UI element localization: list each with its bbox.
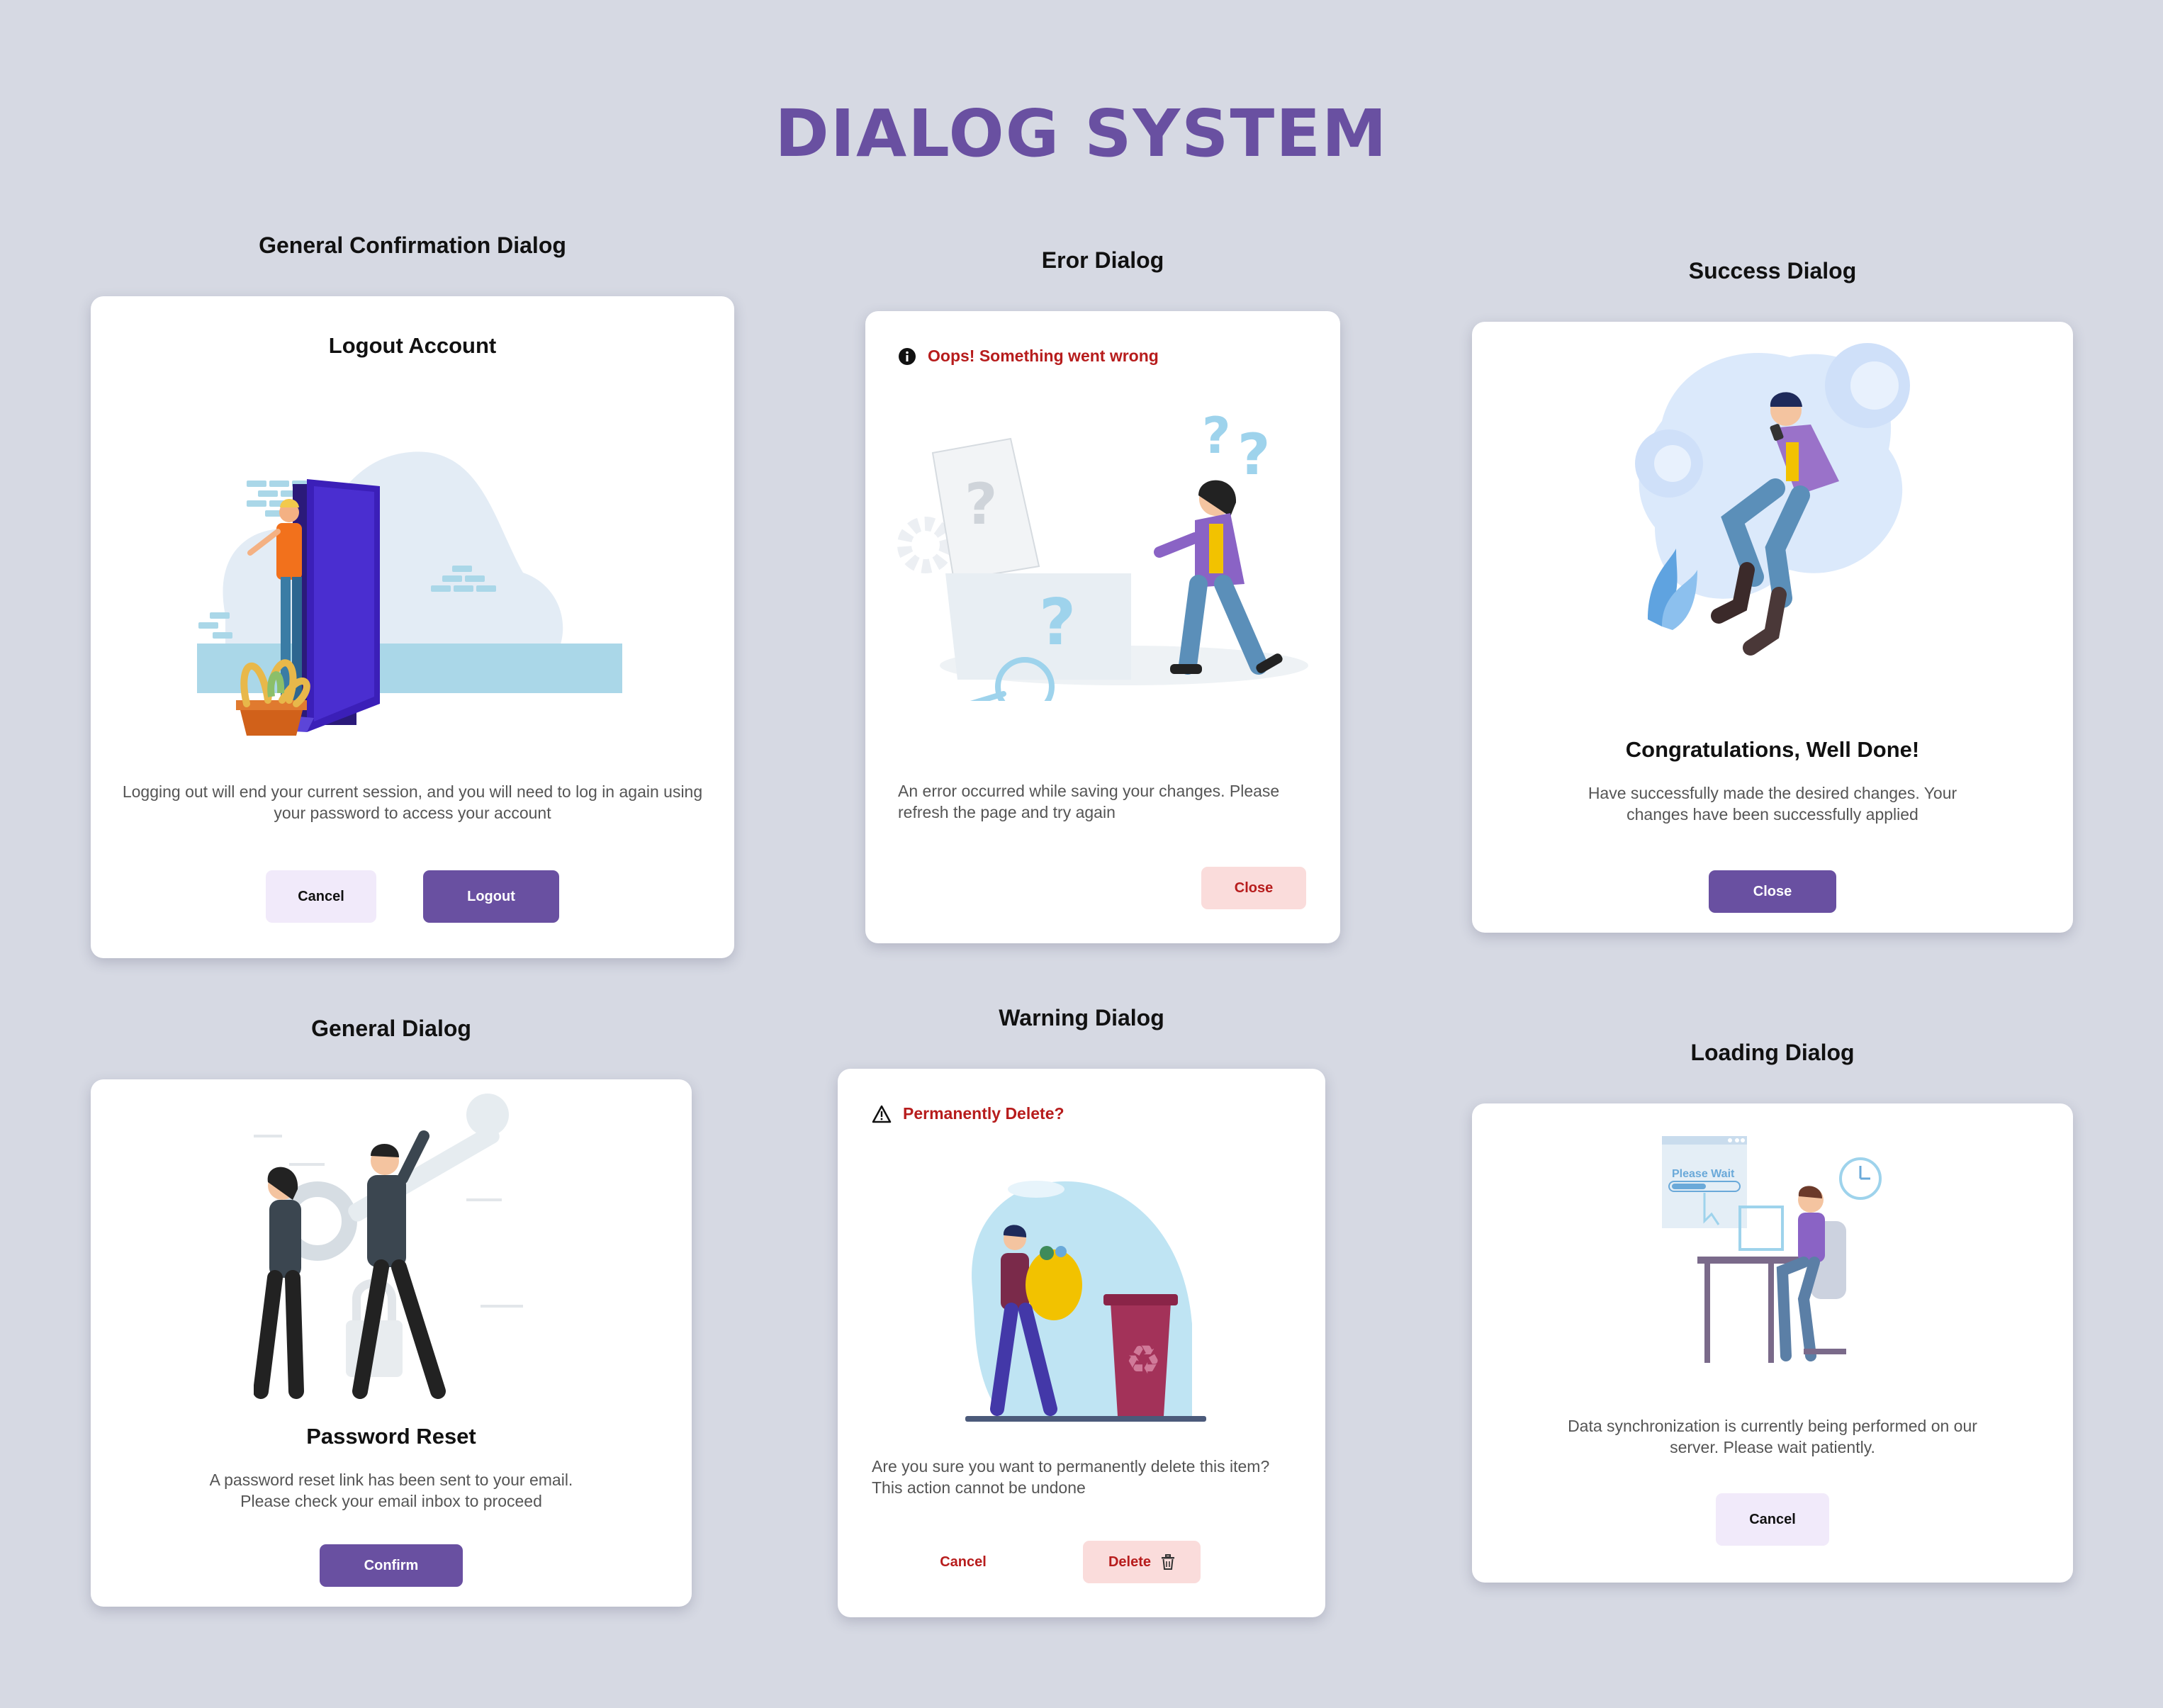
dialog-body: Have successfully made the desired chang… [1588,784,1957,824]
section-label-loading: Loading Dialog [1690,1040,1855,1065]
warning-dialog-title-row: Permanently Delete? [872,1104,1064,1123]
svg-text:?: ? [1039,585,1076,660]
warning-triangle-icon [872,1105,892,1123]
error-dialog-title-row: Oops! Something went wrong [898,347,1159,366]
section-label-general: General Dialog [311,1016,471,1041]
svg-text:?: ? [1202,407,1231,465]
svg-text:?: ? [1237,422,1270,488]
dialog-body: Logging out will end your current sessio… [122,782,703,822]
logout-button[interactable]: Logout [423,870,559,923]
dialog-title: Permanently Delete? [903,1104,1064,1123]
loading-dialog: Please Wait Data synchronization is curr… [1472,1103,2073,1583]
recycle-bin-illustration: ♻ [965,1181,1206,1422]
error-dialog: Oops! Something went wrong ? ? ? ? An er… [865,311,1340,943]
warning-dialog: Permanently Delete? ♻ Are you sure you w… [838,1069,1325,1617]
delete-label: Delete [1108,1554,1152,1570]
info-circle-icon [899,347,916,365]
dialog-body: Data synchronization is currently being … [1568,1417,1977,1456]
server-sync-illustration: Please Wait [1662,1136,1882,1363]
dialog-title: Congratulations, Well Done! [1625,737,1920,762]
section-label-general-confirmation: General Confirmation Dialog [259,232,566,258]
delete-button[interactable]: Delete [1083,1541,1201,1583]
key-carry-illustration [254,1094,523,1399]
logout-dialog: Logout Account Logging out will end your… [91,296,734,958]
dialog-body: Are you sure you want to permanently del… [872,1457,1270,1497]
section-label-warning: Warning Dialog [999,1005,1164,1030]
confirm-button[interactable]: Confirm [320,1544,463,1587]
section-label-success: Success Dialog [1688,258,1857,283]
password-reset-dialog: Password Reset A password reset link has… [91,1079,692,1607]
cancel-button[interactable]: Cancel [924,1541,1002,1583]
dialog-title: Oops! Something went wrong [928,347,1159,365]
dialog-body: A password reset link has been sent to y… [209,1471,573,1510]
success-dialog: Congratulations, Well Done! Have success… [1472,322,2073,933]
please-wait-text: Please Wait [1672,1168,1735,1180]
close-button[interactable]: Close [1201,867,1306,909]
svg-text:♻: ♻ [1125,1337,1161,1383]
cancel-button[interactable]: Cancel [266,870,376,923]
dialog-title: Logout Account [328,333,497,358]
cancel-button[interactable]: Cancel [1716,1493,1829,1546]
logout-door-illustration [197,451,622,736]
dialog-body: An error occurred while saving your chan… [898,782,1280,821]
trash-icon [1162,1554,1175,1570]
page-title: DIALOG SYSTEM [775,96,1388,172]
error-confused-illustration: ? ? ? ? [897,407,1308,701]
svg-text:?: ? [965,471,997,537]
section-label-error: Eror Dialog [1041,247,1164,273]
dialog-title: Password Reset [306,1424,476,1449]
close-button[interactable]: Close [1709,870,1836,913]
success-person-illustration [1635,343,1910,656]
